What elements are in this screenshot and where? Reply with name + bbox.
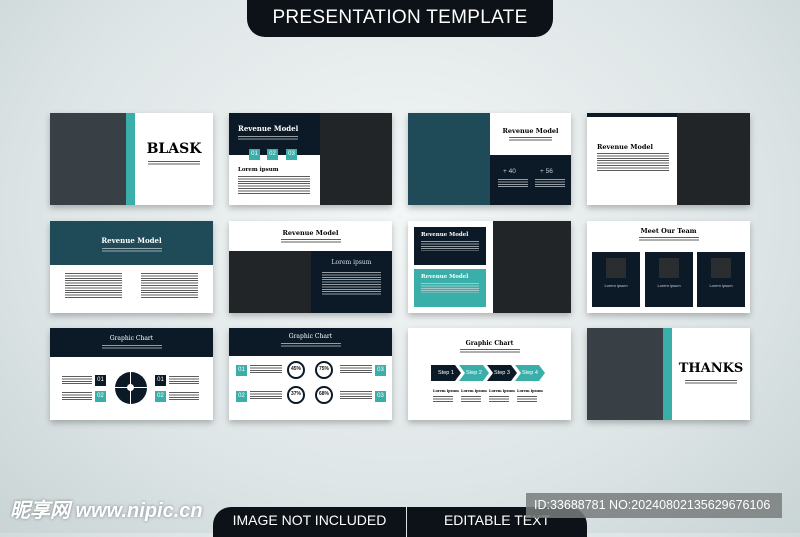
body-text [65,273,122,298]
image-placeholder [587,328,663,420]
step-arrow: Step 4 [515,365,545,381]
slide-title: Graphic Chart [465,340,514,347]
step-caption: Lorem ipsum [489,389,515,393]
slide-title: Revenue Model [502,127,559,135]
label-box: 03 [375,391,386,402]
subtitle: Lorem ipsum [331,259,372,266]
slide-revenue-2[interactable]: Revenue Model + 40 + 56 [408,113,571,205]
step-caption: Lorem ipsum [517,389,543,393]
percent-ring: 37% [287,386,305,404]
body-text [597,153,669,172]
slide-title: Revenue Model [238,124,299,133]
step-caption: Lorem ipsum [433,389,459,393]
slide-revenue-1[interactable]: Revenue Model 01 02 03 Lorem ipsum [229,113,392,205]
step-box: 03 [286,149,297,160]
body-text [148,161,200,166]
slide-title: Revenue Model [421,274,469,280]
watermark-logo: 昵享网 www.nipic.cn [10,500,203,522]
slide-title: Graphic Chart [109,335,154,342]
team-card: Lorem ipsum [697,252,745,307]
slide-team[interactable]: Meet Our Team Lorem ipsum Lorem ipsum Lo… [587,221,750,313]
label-box: 02 [155,391,166,402]
slide-title: BLASK [146,141,202,157]
slide-title: Meet Our Team [640,227,697,235]
label-box: 03 [375,365,386,376]
body-text [141,273,198,298]
slide-chart-pie[interactable]: Graphic Chart 01 02 01 02 [50,328,213,420]
slide-revenue-5[interactable]: Revenue Model Lorem ipsum [229,221,392,313]
slide-title: Revenue Model [421,232,469,238]
body-text [238,176,310,194]
slide-title: Revenue Model [282,229,339,237]
accent-bar [126,113,135,205]
step-box: 02 [267,149,278,160]
slide-revenue-3[interactable]: Revenue Model [587,113,750,205]
image-placeholder [408,113,490,205]
image-placeholder [677,113,750,205]
step-arrow: Step 3 [487,365,517,381]
image-placeholder [50,113,126,205]
slide-title: Graphic Chart [288,333,333,340]
stat-value: + 56 [540,168,553,175]
step-arrow: Step 2 [459,365,489,381]
slide-title: THANKS [678,361,744,376]
slide-title-blask[interactable]: BLASK [50,113,213,205]
label-box: 01 [155,375,166,386]
label-box: 01 [236,365,247,376]
slide-revenue-4[interactable]: Revenue Model [50,221,213,313]
percent-ring: 75% [315,361,333,379]
slide-revenue-6[interactable]: Revenue Model Revenue Model [408,221,571,313]
image-id: ID:33688781 NO:20240802135629676106 [526,493,782,518]
image-placeholder [229,251,311,313]
image-placeholder [320,113,392,205]
slide-title: Revenue Model [101,236,162,245]
team-card: Lorem ipsum [645,252,693,307]
label-box: 02 [95,391,106,402]
step-box: 01 [249,149,260,160]
slide-chart-rings[interactable]: Graphic Chart 45% 75% 37% 68% 01 02 03 0… [229,328,392,420]
slide-title: Revenue Model [597,143,653,151]
percent-ring: 45% [287,361,305,379]
slide-thanks[interactable]: THANKS [587,328,750,420]
image-placeholder [493,221,571,313]
step-caption: Lorem ipsum [461,389,487,393]
percent-ring: 68% [315,386,333,404]
subtitle: Lorem ipsum [238,167,279,173]
stat-value: + 40 [503,168,516,175]
team-card: Lorem ipsum [592,252,640,307]
step-arrow: Step 1 [431,365,461,381]
slide-chart-steps[interactable]: Graphic Chart Step 1 Step 2 Step 3 Step … [408,328,571,420]
label-box: 01 [95,375,106,386]
label-box: 02 [236,391,247,402]
page-title: PRESENTATION TEMPLATE [247,0,553,37]
accent-bar [663,328,672,420]
body-text [322,272,381,296]
pie-chart [115,372,147,404]
